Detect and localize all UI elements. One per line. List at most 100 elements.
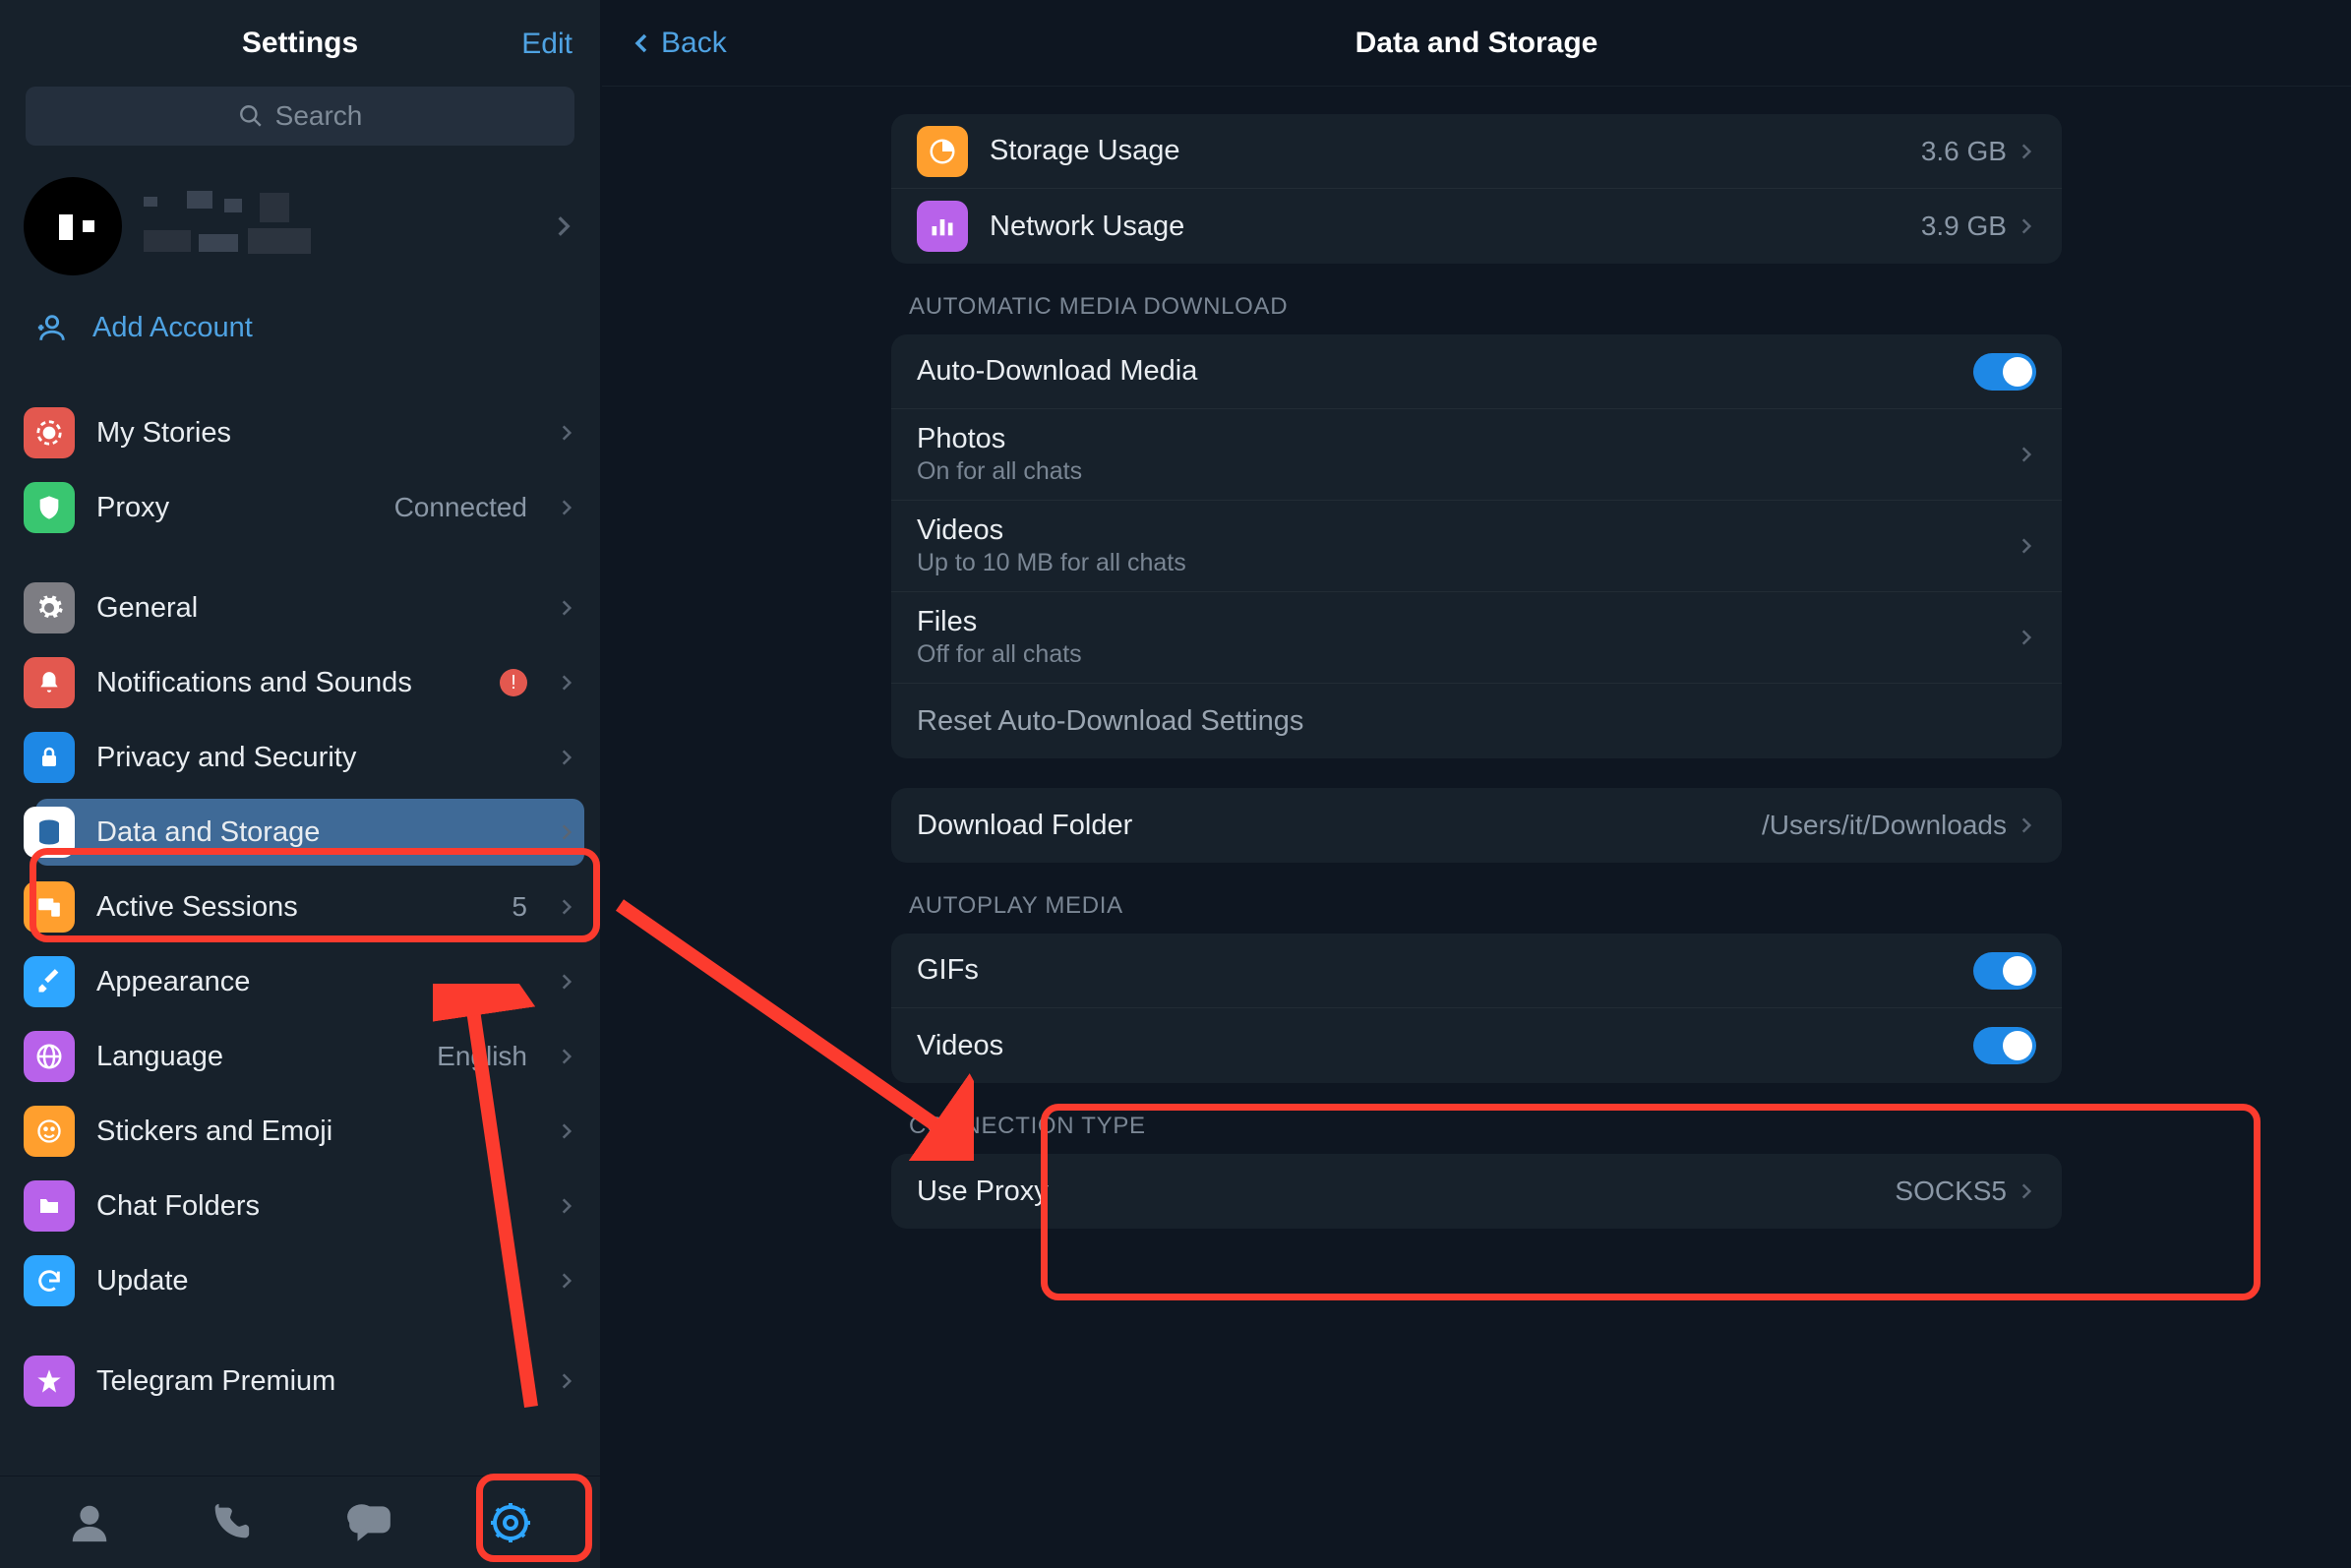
avatar bbox=[24, 177, 122, 275]
section-title-autoplay: AUTOPLAY MEDIA bbox=[891, 892, 2062, 934]
autoplay-gifs-row[interactable]: GIFs bbox=[891, 934, 2062, 1008]
storage-usage-label: Storage Usage bbox=[990, 135, 1921, 167]
devices-icon bbox=[24, 881, 75, 933]
menu-value: 5 bbox=[512, 891, 527, 923]
storage-usage-row[interactable]: Storage Usage 3.6 GB bbox=[891, 114, 2062, 189]
main-panel: Back Data and Storage Storage Usage 3.6 … bbox=[602, 0, 2351, 1568]
menu-value: Connected bbox=[394, 492, 527, 523]
sidebar-item-stickers-and-emoji[interactable]: Stickers and Emoji bbox=[0, 1094, 600, 1169]
videos-row[interactable]: Videos Up to 10 MB for all chats bbox=[891, 501, 2062, 592]
network-usage-label: Network Usage bbox=[990, 211, 1921, 243]
tab-calls[interactable] bbox=[204, 1496, 257, 1549]
chevron-right-icon bbox=[551, 208, 576, 245]
menu-label: Telegram Premium bbox=[96, 1365, 527, 1398]
menu-label: Active Sessions bbox=[96, 891, 490, 924]
sidebar-item-general[interactable]: General bbox=[0, 571, 600, 645]
main-header: Back Data and Storage bbox=[602, 0, 2351, 87]
bar-chart-icon bbox=[917, 201, 968, 252]
videos-toggle[interactable] bbox=[1973, 1027, 2036, 1064]
sidebar-item-telegram-premium[interactable]: Telegram Premium bbox=[0, 1344, 600, 1418]
back-label: Back bbox=[661, 27, 727, 60]
star-icon bbox=[24, 1356, 75, 1407]
chevron-right-icon bbox=[2017, 811, 2036, 840]
add-account-label: Add Account bbox=[92, 312, 253, 344]
network-usage-value: 3.9 GB bbox=[1921, 211, 2007, 242]
menu-label: My Stories bbox=[96, 417, 527, 450]
menu-label: Appearance bbox=[96, 966, 527, 998]
menu-label: Chat Folders bbox=[96, 1190, 527, 1223]
chevron-right-icon bbox=[2017, 1176, 2036, 1206]
chevron-left-icon bbox=[630, 27, 653, 60]
section-title-conn: CONNECTION TYPE bbox=[891, 1113, 2062, 1154]
profile-name-redacted bbox=[144, 191, 529, 262]
download-folder-value: /Users/it/Downloads bbox=[1762, 810, 2007, 841]
profile-row[interactable] bbox=[0, 159, 600, 293]
pie-chart-icon bbox=[917, 126, 968, 177]
alert-badge: ! bbox=[500, 669, 527, 696]
menu-label: Privacy and Security bbox=[96, 742, 527, 774]
update-icon bbox=[24, 1255, 75, 1306]
tab-chats[interactable] bbox=[343, 1496, 396, 1549]
settings-sidebar: Settings Edit Search Add Ac bbox=[0, 0, 602, 1568]
search-icon bbox=[238, 103, 264, 129]
chevron-right-icon bbox=[2017, 137, 2036, 166]
shield-icon bbox=[24, 482, 75, 533]
globe-icon bbox=[24, 1031, 75, 1082]
sidebar-item-my-stories[interactable]: My Stories bbox=[0, 395, 600, 470]
edit-button[interactable]: Edit bbox=[521, 28, 573, 61]
use-proxy-row[interactable]: Use Proxy SOCKS5 bbox=[891, 1154, 2062, 1229]
page-title: Data and Storage bbox=[602, 27, 2351, 60]
sidebar-item-update[interactable]: Update bbox=[0, 1243, 600, 1318]
chevron-right-icon bbox=[2017, 623, 2036, 652]
back-button[interactable]: Back bbox=[630, 27, 727, 60]
chevron-right-icon bbox=[2017, 211, 2036, 241]
chevron-right-icon bbox=[2017, 440, 2036, 469]
files-row[interactable]: Files Off for all chats bbox=[891, 592, 2062, 684]
sidebar-item-notifications-and-sounds[interactable]: Notifications and Sounds! bbox=[0, 645, 600, 720]
tab-contacts[interactable] bbox=[63, 1496, 116, 1549]
stories-icon bbox=[24, 407, 75, 458]
tab-settings[interactable] bbox=[484, 1496, 537, 1549]
gear-icon bbox=[24, 582, 75, 633]
folder-icon bbox=[24, 1180, 75, 1232]
menu-label: Proxy bbox=[96, 492, 373, 524]
sidebar-item-active-sessions[interactable]: Active Sessions 5 bbox=[0, 870, 600, 944]
sidebar-item-appearance[interactable]: Appearance bbox=[0, 944, 600, 1019]
proxy-value: SOCKS5 bbox=[1895, 1176, 2007, 1207]
sticker-icon bbox=[24, 1106, 75, 1157]
sidebar-title: Settings bbox=[242, 27, 358, 60]
search-placeholder: Search bbox=[275, 100, 363, 132]
add-person-icon bbox=[35, 311, 69, 344]
menu-value: English bbox=[437, 1041, 527, 1072]
auto-download-toggle-row[interactable]: Auto-Download Media bbox=[891, 334, 2062, 409]
reset-auto-download-row[interactable]: Reset Auto-Download Settings bbox=[891, 684, 2062, 758]
brush-icon bbox=[24, 956, 75, 1007]
network-usage-row[interactable]: Network Usage 3.9 GB bbox=[891, 189, 2062, 264]
auto-download-toggle[interactable] bbox=[1973, 353, 2036, 391]
autoplay-videos-row[interactable]: Videos bbox=[891, 1008, 2062, 1083]
menu-label: Stickers and Emoji bbox=[96, 1116, 527, 1148]
sidebar-item-language[interactable]: Language English bbox=[0, 1019, 600, 1094]
bell-icon bbox=[24, 657, 75, 708]
photos-row[interactable]: Photos On for all chats bbox=[891, 409, 2062, 501]
sidebar-item-chat-folders[interactable]: Chat Folders bbox=[0, 1169, 600, 1243]
settings-menu: My Stories Proxy Connected General Notificat… bbox=[0, 370, 600, 1476]
lock-icon bbox=[24, 732, 75, 783]
add-account-button[interactable]: Add Account bbox=[0, 293, 600, 370]
menu-label: Language bbox=[96, 1041, 415, 1073]
menu-label: General bbox=[96, 592, 527, 625]
menu-label: Notifications and Sounds bbox=[96, 667, 478, 699]
bottom-tab-bar bbox=[0, 1476, 600, 1568]
search-input[interactable]: Search bbox=[26, 87, 574, 146]
section-title-amd: AUTOMATIC MEDIA DOWNLOAD bbox=[891, 293, 2062, 334]
download-folder-row[interactable]: Download Folder /Users/it/Downloads bbox=[891, 788, 2062, 863]
gifs-toggle[interactable] bbox=[1973, 952, 2036, 990]
sidebar-item-privacy-and-security[interactable]: Privacy and Security bbox=[0, 720, 600, 795]
menu-label: Update bbox=[96, 1265, 527, 1297]
database-icon bbox=[24, 807, 75, 858]
storage-usage-value: 3.6 GB bbox=[1921, 136, 2007, 167]
sidebar-item-data-and-storage[interactable]: Data and Storage bbox=[0, 795, 600, 870]
sidebar-item-proxy[interactable]: Proxy Connected bbox=[0, 470, 600, 545]
sidebar-header: Settings Edit bbox=[0, 0, 600, 87]
menu-label: Data and Storage bbox=[96, 816, 527, 849]
